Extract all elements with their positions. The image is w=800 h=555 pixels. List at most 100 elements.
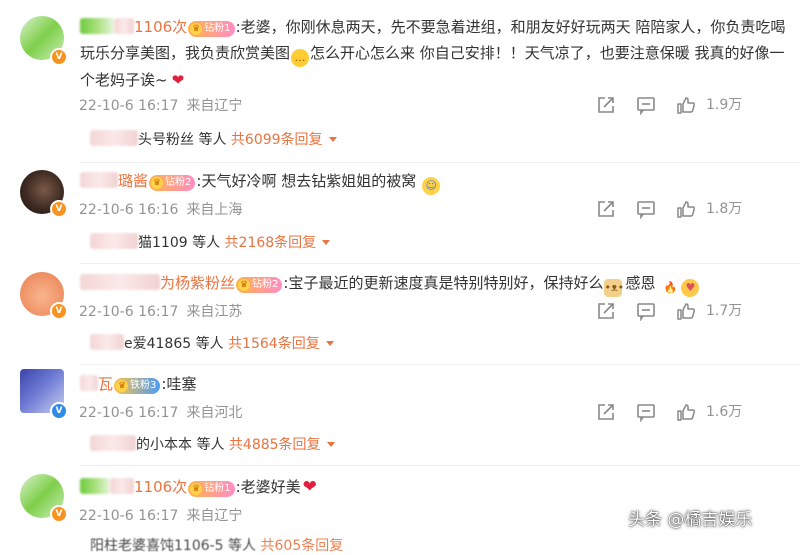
fan-level-badge: ♛ 钻粉1 bbox=[188, 481, 235, 497]
comment-item: V 瓦 ♛ 铁粉3:哇塞 22-10-6 16:17 来自河北 1.6万 的小本本 等… bbox=[0, 364, 800, 466]
chevron-down-icon bbox=[322, 240, 331, 245]
username[interactable]: 1106次 bbox=[134, 478, 187, 496]
replies-link[interactable]: 阳柱老婆喜饨1106-5 等人 共605条回复 bbox=[90, 535, 343, 555]
comment-body: 为杨紫粉丝 ♛ 钻粉2:宝子最近的更新速度真是特别特别好，保持好么•ᴥ•感恩 🔥 ♥ bbox=[80, 270, 786, 297]
username-blurred[interactable] bbox=[80, 375, 98, 391]
thumbs-up-icon bbox=[677, 201, 696, 218]
comment-location: 来自辽宁 bbox=[186, 98, 243, 114]
comment-item: V 1106次 ♛ 钻粉1:老婆，你刚休息两天，先不要急着进组，和朋友好好玩两天 陪… bbox=[0, 0, 800, 165]
fan-level-badge: ♛ 钻粉1 bbox=[188, 21, 235, 37]
crown-icon: ♛ bbox=[190, 483, 203, 495]
comment-date: 22-10-6 16:17 bbox=[79, 405, 179, 421]
comment-location: 来自上海 bbox=[186, 202, 243, 218]
like-button[interactable]: 1.9万 bbox=[676, 95, 766, 115]
comment-date: 22-10-6 16:17 bbox=[79, 98, 179, 114]
comment-location: 来自江苏 bbox=[186, 304, 243, 320]
comment-meta: 22-10-6 16:17 来自江苏 bbox=[79, 301, 250, 321]
username[interactable]: 1106次 bbox=[134, 18, 187, 36]
like-button[interactable]: 1.6万 bbox=[676, 402, 766, 422]
cozy-emoji-icon: ☺ bbox=[422, 177, 441, 195]
comment-date: 22-10-6 16:16 bbox=[79, 202, 179, 218]
like-button[interactable]: 1.8万 bbox=[676, 199, 766, 219]
thumbs-up-icon bbox=[677, 404, 696, 421]
comment-body: 1106次 ♛ 钻粉1:老婆，你刚休息两天，先不要急着进组，和朋友好好玩两天 陪陪家… bbox=[80, 14, 786, 93]
orange-v-badge-icon: V bbox=[50, 505, 68, 523]
replies-count: 共4885条回复 bbox=[228, 437, 321, 453]
comment-date: 22-10-6 16:17 bbox=[79, 508, 179, 524]
replies-users: 阳柱老婆喜饨1106-5 等人 bbox=[90, 538, 257, 554]
username[interactable]: 璐酱 bbox=[118, 172, 148, 190]
comment-item: V 璐酱 ♛ 钻粉2:天气好冷啊 想去钻紫姐姐的被窝 ☺ 22-10-6 16:16 来… bbox=[0, 162, 800, 264]
crown-icon: ♛ bbox=[238, 279, 251, 291]
blushing-emoji-icon: ♥ bbox=[681, 279, 700, 297]
replies-link[interactable]: 的小本本 等人 共4885条回复 bbox=[90, 434, 335, 454]
replies-count: 共1564条回复 bbox=[228, 336, 320, 352]
comment-meta: 22-10-6 16:17 来自辽宁 bbox=[79, 505, 250, 525]
comment-body: 瓦 ♛ 铁粉3:哇塞 bbox=[80, 371, 786, 397]
thumbs-up-icon bbox=[677, 303, 696, 320]
heart-icon: ❤ bbox=[171, 71, 185, 89]
thinking-emoji-icon: … bbox=[291, 49, 310, 67]
username-blurred[interactable] bbox=[80, 172, 118, 188]
like-count: 1.8万 bbox=[706, 201, 743, 217]
share-icon[interactable] bbox=[596, 402, 616, 422]
comment-text-continued: 感恩 bbox=[625, 274, 656, 292]
username-blurred[interactable] bbox=[80, 478, 110, 494]
chevron-down-icon bbox=[325, 341, 334, 346]
chevron-down-icon bbox=[326, 442, 335, 447]
replies-count: 共605条回复 bbox=[260, 538, 344, 554]
torch-emoji-icon: 🔥 bbox=[663, 281, 678, 294]
comment-actions: 1.6万 bbox=[596, 402, 766, 422]
orange-v-badge-icon: V bbox=[50, 200, 68, 218]
comment-text: :老婆好美 bbox=[235, 478, 301, 496]
replies-count: 共2168条回复 bbox=[224, 235, 317, 251]
username-blurred[interactable] bbox=[80, 274, 160, 290]
comment-icon[interactable] bbox=[636, 402, 656, 422]
replies-link[interactable]: 猫1109 等人 共2168条回复 bbox=[90, 232, 331, 252]
comment-location: 来自辽宁 bbox=[186, 508, 243, 524]
replies-users: e爱41865 等人 bbox=[124, 336, 224, 352]
crown-icon: ♛ bbox=[116, 380, 129, 392]
crown-icon: ♛ bbox=[151, 177, 164, 189]
fan-level-badge: ♛ 铁粉3 bbox=[114, 378, 161, 394]
comment-body: 璐酱 ♛ 钻粉2:天气好冷啊 想去钻紫姐姐的被窝 ☺ bbox=[80, 168, 786, 195]
share-icon[interactable] bbox=[596, 301, 616, 321]
thumbs-up-icon bbox=[677, 97, 696, 114]
orange-v-badge-icon: V bbox=[50, 48, 68, 66]
comment-icon[interactable] bbox=[636, 95, 656, 115]
comment-date: 22-10-6 16:17 bbox=[79, 304, 179, 320]
share-icon[interactable] bbox=[596, 199, 616, 219]
like-count: 1.9万 bbox=[706, 97, 743, 113]
doge-emoji-icon: •ᴥ• bbox=[604, 279, 624, 297]
comment-meta: 22-10-6 16:17 来自河北 bbox=[79, 402, 250, 422]
replies-users: 的小本本 等人 bbox=[136, 437, 225, 453]
share-icon[interactable] bbox=[596, 95, 616, 115]
orange-v-badge-icon: V bbox=[50, 302, 68, 320]
like-count: 1.6万 bbox=[706, 404, 743, 420]
comment-meta: 22-10-6 16:17 来自辽宁 bbox=[79, 95, 250, 115]
comment-actions: 1.9万 bbox=[596, 95, 766, 115]
comment-meta: 22-10-6 16:16 来自上海 bbox=[79, 199, 250, 219]
comment-text: :天气好冷啊 想去钻紫姐姐的被窝 bbox=[196, 172, 417, 190]
username-blurred[interactable] bbox=[80, 18, 114, 34]
fan-level-badge: ♛ 钻粉2 bbox=[149, 175, 196, 191]
replies-users: 头号粉丝 等人 bbox=[138, 132, 227, 148]
username[interactable]: 为杨紫粉丝 bbox=[160, 274, 235, 292]
comment-icon[interactable] bbox=[636, 301, 656, 321]
fan-level-badge: ♛ 钻粉2 bbox=[236, 277, 283, 293]
crown-icon: ♛ bbox=[190, 23, 203, 35]
username[interactable]: 瓦 bbox=[98, 375, 113, 393]
like-count: 1.7万 bbox=[706, 303, 743, 319]
replies-users: 猫1109 等人 bbox=[138, 235, 221, 251]
replies-link[interactable]: 头号粉丝 等人 共6099条回复 bbox=[90, 129, 337, 149]
watermark: 头条 @橘吉娱乐 bbox=[628, 510, 753, 530]
blue-v-badge-icon: V bbox=[50, 402, 68, 420]
replies-link[interactable]: e爱41865 等人 共1564条回复 bbox=[90, 333, 334, 353]
like-button[interactable]: 1.7万 bbox=[676, 301, 766, 321]
comment-actions: 1.8万 bbox=[596, 199, 766, 219]
comment-icon[interactable] bbox=[636, 199, 656, 219]
replies-count: 共6099条回复 bbox=[230, 132, 323, 148]
comment-text: :宝子最近的更新速度真是特别特别好，保持好么 bbox=[283, 274, 604, 292]
comment-text: :哇塞 bbox=[161, 375, 197, 393]
comment-actions: 1.7万 bbox=[596, 301, 766, 321]
